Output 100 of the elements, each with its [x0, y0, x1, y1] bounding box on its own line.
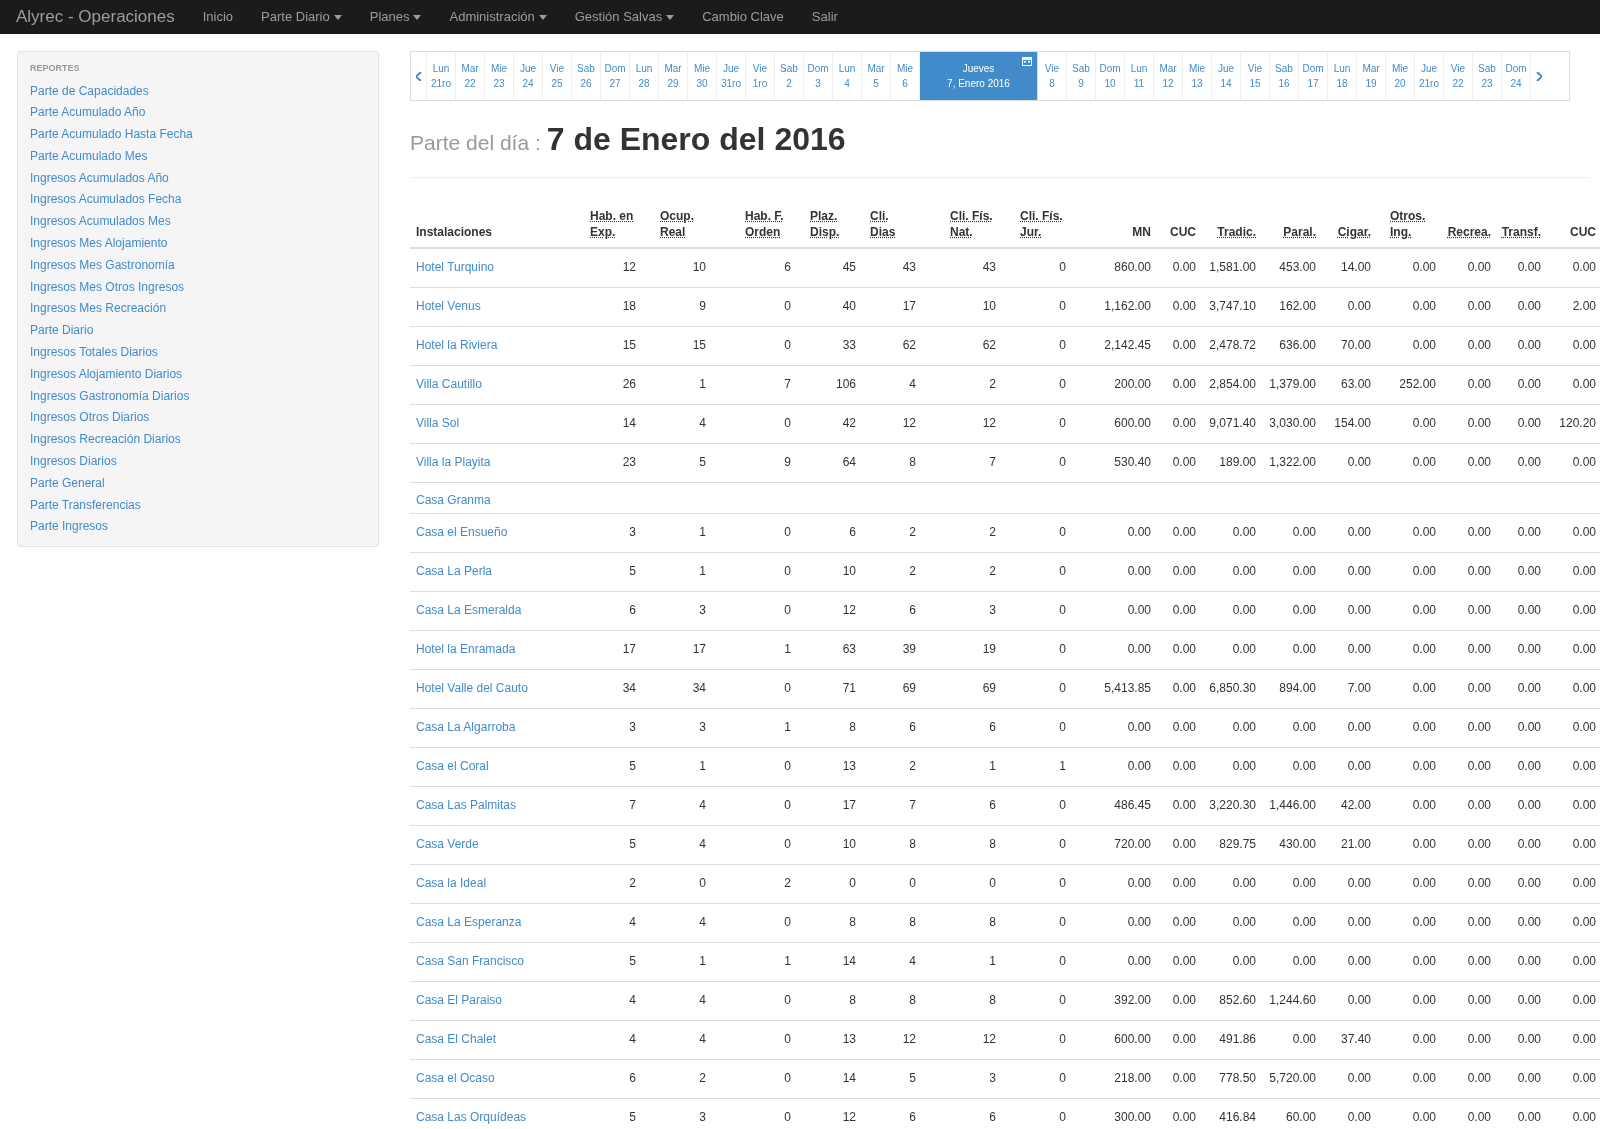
facility-link[interactable]: Villa la Playita — [416, 454, 491, 469]
date-tab[interactable]: Sab 16 — [1270, 52, 1299, 100]
sidebar-link[interactable]: Parte de Capacidades — [30, 80, 366, 103]
table-cell: 1,581.00 — [1209, 260, 1256, 274]
date-tab[interactable]: Lun 28 — [630, 52, 659, 100]
date-tab[interactable]: Sab 26 — [572, 52, 601, 100]
date-tab[interactable]: Dom 24 — [1502, 52, 1531, 100]
table-cell: 0 — [784, 563, 791, 578]
date-tab[interactable]: Vie 8 — [1038, 52, 1067, 100]
date-tab[interactable]: Mar 22 — [456, 52, 485, 100]
nav-menu[interactable]: Planes — [355, 7, 436, 27]
sidebar-link[interactable]: Ingresos Gastronomía Diarios — [30, 385, 366, 408]
date-tab[interactable]: Lun 21ro — [427, 52, 456, 100]
table-cell: 9,071.40 — [1209, 415, 1256, 430]
date-tab[interactable]: Mar 29 — [659, 52, 688, 100]
sidebar-link[interactable]: Ingresos Mes Otros Ingresos — [30, 276, 366, 299]
table-cell: 0.00 — [1412, 298, 1436, 313]
date-tab[interactable]: Mar 19 — [1357, 52, 1386, 100]
date-tab[interactable]: Jue 24 — [514, 52, 543, 100]
facility-link[interactable]: Casa la Ideal — [416, 875, 487, 890]
facility-link[interactable]: Casa Verde — [416, 836, 479, 851]
date-tab[interactable]: Jue 21ro — [1415, 52, 1444, 100]
date-tab[interactable]: Vie 1ro — [746, 52, 775, 100]
facility-link[interactable]: Casa La Perla — [416, 563, 493, 578]
sidebar-link[interactable]: Ingresos Totales Diarios — [30, 342, 366, 364]
date-tab[interactable]: Dom 17 — [1299, 52, 1328, 100]
sidebar-link[interactable]: Ingresos Acumulados Mes — [30, 211, 366, 234]
sidebar-link[interactable]: Ingresos Acumulados Año — [30, 167, 366, 190]
date-tab[interactable]: Vie 15 — [1241, 52, 1270, 100]
date-tab[interactable]: Jue 14 — [1212, 52, 1241, 100]
nav-link[interactable]: Inicio — [188, 7, 248, 27]
date-tab[interactable]: Lun 4 — [833, 52, 862, 100]
facility-link[interactable]: Casa La Algarroba — [416, 719, 516, 734]
date-tab[interactable]: Lun 18 — [1328, 52, 1357, 100]
facility-link[interactable]: Casa el Ocaso — [416, 1070, 495, 1085]
facility-link[interactable]: Casa San Francisco — [416, 953, 525, 968]
date-tab[interactable]: Jue 31ro — [717, 52, 746, 100]
facility-link[interactable]: Casa el Ensueño — [416, 524, 508, 539]
date-tab[interactable]: Mar 12 — [1154, 52, 1183, 100]
date-tab[interactable]: Dom 10 — [1096, 52, 1125, 100]
facility-link[interactable]: Casa el Coral — [416, 758, 489, 773]
nav-menu[interactable]: Gestión Salvas — [560, 7, 689, 27]
date-tab[interactable]: Mar 5 — [862, 52, 891, 100]
facility-link[interactable]: Casa La Esmeralda — [416, 602, 522, 617]
facility-link[interactable]: Casa Las Orquídeas — [416, 1109, 527, 1124]
facility-link[interactable]: Casa Las Palmitas — [416, 797, 517, 812]
facility-link[interactable]: Hotel Valle del Cauto — [416, 680, 528, 695]
sidebar-link[interactable]: Parte Diario — [30, 320, 366, 343]
facility-link[interactable]: Casa La Esperanza — [416, 914, 522, 929]
date-tab[interactable]: Lun 11 — [1125, 52, 1154, 100]
date-tab[interactable]: Mie 23 — [485, 52, 514, 100]
sidebar-link[interactable]: Ingresos Otros Diarios — [30, 407, 366, 430]
table-cell: 1,322.00 — [1269, 454, 1316, 469]
date-tab[interactable]: Mie 13 — [1183, 52, 1212, 100]
table-cell: 1 — [699, 376, 706, 391]
facility-link[interactable]: Villa Sol — [416, 415, 460, 430]
sidebar-link[interactable]: Ingresos Acumulados Fecha — [30, 189, 366, 212]
date-tab[interactable]: Mie 20 — [1386, 52, 1415, 100]
sidebar-link[interactable]: Ingresos Mes Recreación — [30, 298, 366, 321]
sidebar-link[interactable]: Ingresos Diarios — [30, 451, 366, 473]
nav-menu[interactable]: Parte Diario — [247, 7, 356, 27]
table-cell: 600.00 — [1114, 415, 1151, 430]
table-cell: 2,854.00 — [1209, 376, 1256, 391]
date-tab[interactable]: Sab 9 — [1067, 52, 1096, 100]
nav-menu[interactable]: Administración — [435, 7, 561, 27]
sidebar-link[interactable]: Parte Acumulado Año — [30, 102, 366, 125]
table-cell: 15 — [622, 337, 636, 352]
facility-link[interactable]: Casa El Paraiso — [416, 992, 503, 1007]
date-tab[interactable]: Dom 27 — [601, 52, 630, 100]
sidebar-link[interactable]: Ingresos Mes Gastronomía — [30, 254, 366, 277]
brand[interactable]: Alyrec - Operaciones — [16, 4, 175, 30]
sidebar-link[interactable]: Parte Acumulado Mes — [30, 145, 366, 168]
date-tab[interactable]: Vie 25 — [543, 52, 572, 100]
facility-link[interactable]: Hotel la Riviera — [416, 337, 498, 352]
date-tab[interactable]: Sab 2 — [775, 52, 804, 100]
nav-link[interactable]: Cambio Clave — [688, 7, 798, 27]
sidebar-link[interactable]: Parte Ingresos — [30, 516, 366, 539]
date-tab[interactable]: Mie 30 — [688, 52, 717, 100]
table-cell: 0.00 — [1292, 563, 1316, 578]
date-tab[interactable]: Dom 3 — [804, 52, 833, 100]
facility-link[interactable]: Hotel Turquino — [416, 260, 495, 274]
sidebar-link[interactable]: Ingresos Mes Alojamiento — [30, 233, 366, 255]
facility-link[interactable]: Casa El Chalet — [416, 1031, 497, 1046]
nav-link[interactable]: Salir — [797, 7, 852, 27]
facility-group-link[interactable]: Casa Granma — [416, 492, 491, 507]
facility-link[interactable]: Villa Cautillo — [416, 376, 482, 391]
sidebar-link[interactable]: Ingresos Recreación Diarios — [30, 429, 366, 452]
sidebar-link[interactable]: Parte General — [30, 472, 366, 495]
table-cell: 0.00 — [1172, 1031, 1196, 1046]
sidebar-link[interactable]: Ingresos Alojamiento Diarios — [30, 363, 366, 386]
sidebar-link[interactable]: Parte Transferencias — [30, 494, 366, 517]
facility-link[interactable]: Hotel Venus — [416, 298, 481, 313]
date-tab[interactable]: Vie 22 — [1444, 52, 1473, 100]
table-cell: 0.00 — [1172, 914, 1196, 929]
table-cell: 9 — [699, 298, 706, 313]
table-cell: 0 — [784, 992, 791, 1007]
facility-link[interactable]: Hotel la Enramada — [416, 641, 516, 656]
sidebar-link[interactable]: Parte Acumulado Hasta Fecha — [30, 124, 366, 146]
date-tab[interactable]: Jueves 7, Enero 2016 — [920, 52, 1038, 100]
date-tab[interactable]: Sab 23 — [1473, 52, 1502, 100]
